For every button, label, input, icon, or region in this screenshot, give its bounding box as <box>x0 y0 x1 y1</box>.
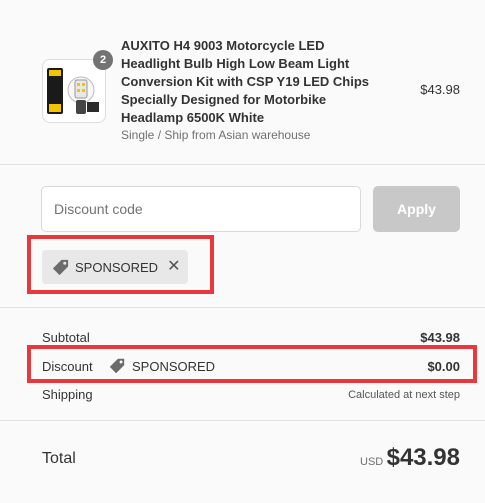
product-price: $43.98 <box>420 82 460 97</box>
discount-value: $0.00 <box>427 359 460 374</box>
discount-code-tag: SPONSORED <box>108 357 215 375</box>
divider <box>0 164 485 165</box>
shipping-label: Shipping <box>42 387 93 402</box>
total-value: $43.98 <box>386 444 460 471</box>
led-bulb-image <box>47 68 99 114</box>
divider <box>0 307 485 308</box>
subtotal-value: $43.98 <box>420 330 460 345</box>
product-title: AUXITO H4 9003 Motorcycle LED Headlight … <box>121 38 370 125</box>
divider <box>0 420 485 421</box>
tag-icon <box>109 358 125 374</box>
tag-icon <box>52 259 69 275</box>
subtotal-label: Subtotal <box>42 330 90 345</box>
product-thumbnail <box>42 59 106 123</box>
applied-discount-chip: SPONSORED ✕ <box>42 250 188 284</box>
shipping-value: Calculated at next step <box>348 389 460 401</box>
discount-code-label: SPONSORED <box>132 358 216 374</box>
discount-label: Discount <box>42 359 93 374</box>
discount-code-input[interactable] <box>41 186 361 232</box>
quantity-badge: 2 <box>93 50 113 70</box>
total-label: Total <box>42 450 76 467</box>
remove-discount-icon[interactable]: ✕ <box>167 259 180 275</box>
product-variant: Single / Ship from Asian warehouse <box>121 128 311 142</box>
applied-discount-code: SPONSORED <box>75 259 159 275</box>
currency-code: USD <box>360 456 384 468</box>
apply-button[interactable]: Apply <box>373 186 460 232</box>
highlight-box <box>27 345 477 383</box>
